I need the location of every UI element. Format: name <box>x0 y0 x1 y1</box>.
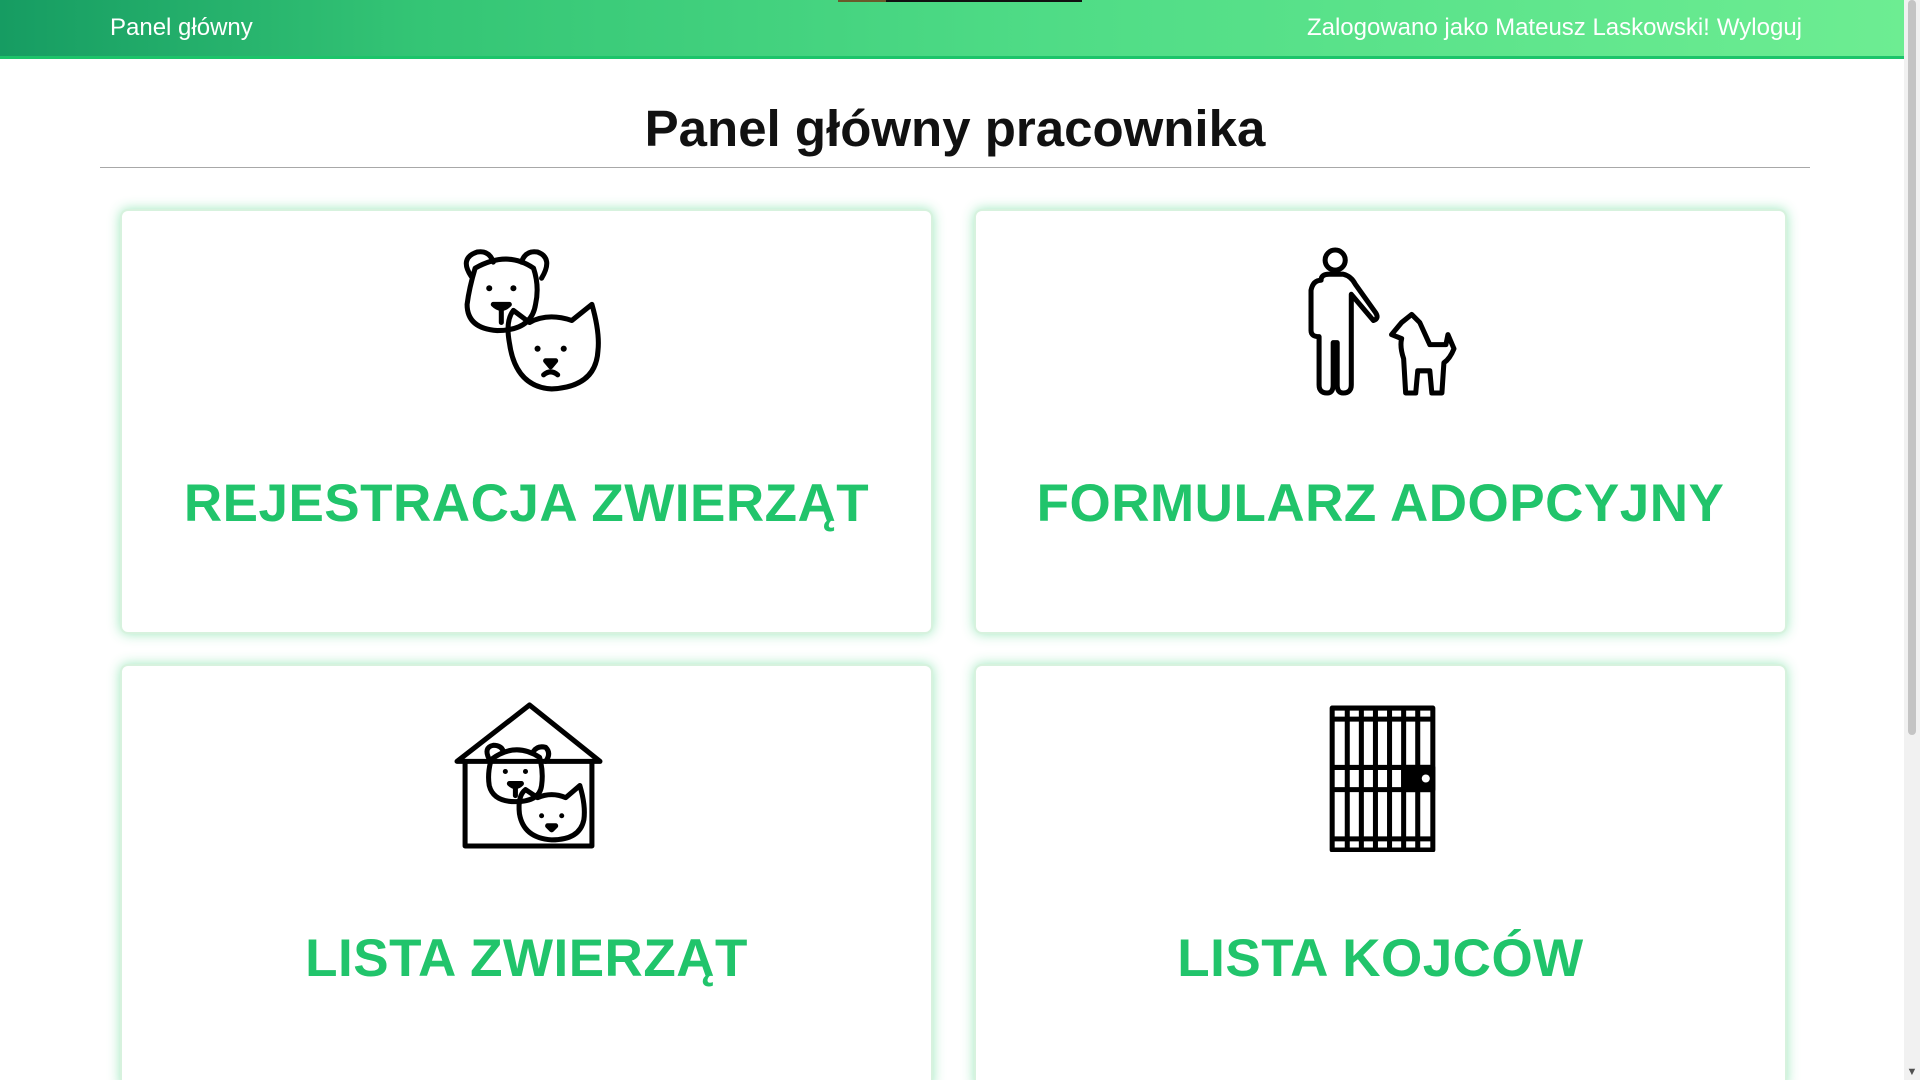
page-scrollbar[interactable]: ▼ <box>1904 0 1920 1080</box>
card-adoption-form[interactable]: FORMULARZ ADOPCYJNY <box>974 209 1787 634</box>
logged-in-text: Zalogowano jako Mateusz Laskowski! <box>1306 14 1710 41</box>
card-label-adoption-form: FORMULARZ ADOPCYJNY <box>1036 474 1725 533</box>
page-title: Panel główny pracownika <box>644 100 1266 157</box>
user-status: Zalogowano jako Mateusz Laskowski! Wylogu… <box>1307 0 1802 56</box>
kennel-cage-icon <box>1329 705 1436 852</box>
top-navbar: Panel główny Zalogowano jako Mateusz Las… <box>0 0 1904 59</box>
chevron-down-icon[interactable]: ▼ <box>1904 1064 1920 1080</box>
title-divider <box>100 167 1810 168</box>
card-label-kennel-list: LISTA KOJCÓW <box>1177 929 1584 988</box>
nav-home-link[interactable]: Panel główny <box>110 0 253 56</box>
dog-cat-icon <box>463 249 601 392</box>
card-label-animal-list: LISTA ZWIERZĄT <box>305 929 748 988</box>
card-animal-registration[interactable]: REJESTRACJA ZWIERZĄT <box>120 209 933 634</box>
card-kennel-list[interactable]: LISTA KOJCÓW <box>974 664 1787 1080</box>
navbar-indicator-strip <box>838 0 1082 2</box>
person-walking-dog-icon <box>1308 247 1457 396</box>
employee-dashboard: Panel główny Zalogowano jako Mateusz Las… <box>0 0 1904 1080</box>
card-animal-list[interactable]: LISTA ZWIERZĄT <box>120 664 933 1080</box>
card-label-animal-registration: REJESTRACJA ZWIERZĄT <box>183 474 870 533</box>
scrollbar-thumb[interactable] <box>1908 0 1916 735</box>
logout-link[interactable]: Wyloguj <box>1717 14 1802 41</box>
pet-house-icon <box>454 702 603 849</box>
